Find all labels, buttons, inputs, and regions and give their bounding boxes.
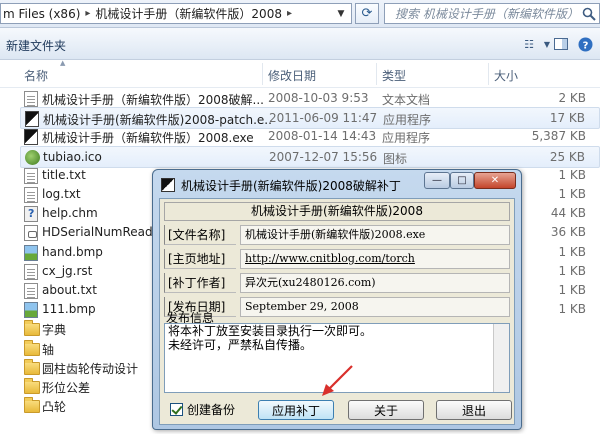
file-date: 2011-06-09 11:47 [269, 111, 378, 126]
address-separator[interactable]: ▸ [284, 8, 295, 19]
help-icon[interactable]: ? [576, 36, 594, 52]
address-segment-program-files[interactable]: m Files (x86) [1, 7, 82, 21]
create-backup-label: 创建备份 [187, 403, 236, 417]
file-size: 5,387 KB [531, 129, 586, 144]
maximize-button[interactable]: □ [450, 172, 474, 189]
address-segment-current-folder[interactable]: 机械设计手册（新编软件版）2008 [93, 5, 284, 22]
application-icon [25, 111, 39, 128]
file-size: 1 KB [558, 263, 586, 278]
folder-icon [24, 378, 40, 394]
search-input[interactable]: 搜索 机械设计手册（新编软件版）2008 [384, 3, 600, 24]
notes-scrollbar[interactable] [493, 324, 509, 392]
sort-up-icon: ▲ [60, 59, 66, 67]
notes-line: 将本补丁放至安装目录执行一次即可。 [168, 324, 373, 338]
file-size: 1 KB [558, 302, 586, 317]
help-file-icon [24, 206, 38, 223]
address-row: m Files (x86) ▸ 机械设计手册（新编软件版）2008 ▸ ▼ ⟳ … [0, 0, 600, 28]
file-date: 2008-01-14 14:43 [268, 129, 377, 144]
apply-patch-button[interactable]: 应用补丁 [258, 400, 334, 420]
file-size: 1 KB [558, 187, 586, 201]
bitmap-icon [24, 244, 38, 261]
dialog-title: 机械设计手册(新编软件版)2008破解补丁 [181, 178, 401, 193]
field-value-file-name: 机械设计手册(新编软件版)2008.exe [240, 225, 510, 245]
refresh-icon: ⟳ [361, 6, 373, 21]
file-name: tubiao.ico [43, 149, 102, 164]
homepage-link[interactable]: http://www.cnitblog.com/torch [240, 249, 510, 269]
column-divider[interactable] [488, 63, 489, 85]
bitmap-icon [24, 302, 38, 319]
file-size: 25 KB [549, 149, 585, 164]
create-backup-checkbox[interactable]: 创建备份 [170, 401, 235, 418]
file-size: 1 KB [558, 283, 586, 297]
view-options-icon[interactable]: ☷ [520, 36, 538, 52]
about-button[interactable]: 关于 [348, 400, 424, 420]
text-document-icon [24, 167, 38, 184]
column-header-size[interactable]: 大小 [494, 67, 518, 84]
file-name: 机械设计手册（新编软件版）2008破解... [42, 93, 264, 107]
field-label-homepage: [主页地址] [164, 249, 236, 269]
column-header-date[interactable]: 修改日期 [268, 67, 316, 84]
file-date: 2007-12-07 15:56 [269, 149, 378, 164]
column-header-type[interactable]: 类型 [382, 67, 406, 84]
file-name: 机械设计手册（新编软件版）2008.exe [42, 131, 254, 146]
dialog-body: 机械设计手册(新编软件版)2008 [文件名称] 机械设计手册(新编软件版)20… [159, 198, 515, 425]
close-button[interactable]: ✕ [474, 172, 516, 189]
application-icon [161, 178, 175, 192]
address-dropdown-icon[interactable]: ▼ [331, 4, 351, 23]
file-type: 文本文档 [382, 93, 431, 107]
field-label-file-name: [文件名称] [164, 225, 236, 245]
search-placeholder: 搜索 机械设计手册（新编软件版）2008 [395, 7, 575, 21]
file-type: 应用程序 [382, 131, 431, 146]
column-divider[interactable] [376, 63, 377, 85]
file-size: 36 KB [550, 225, 586, 240]
application-icon [24, 129, 38, 146]
text-document-icon [24, 187, 38, 203]
field-value-author: 异次元(xu2480126.com) [240, 273, 510, 293]
preview-pane-icon[interactable] [552, 36, 570, 52]
new-folder-button[interactable]: 新建文件夹 [6, 37, 66, 54]
search-icon[interactable] [581, 6, 597, 22]
column-divider[interactable] [262, 63, 263, 85]
refresh-button[interactable]: ⟳ [355, 3, 379, 24]
checkbox-checked-icon[interactable] [170, 403, 183, 416]
file-date: 2008-10-03 9:53 [268, 91, 369, 105]
file-size: 2 KB [558, 91, 586, 105]
file-size: 1 KB [558, 244, 586, 259]
column-header-name[interactable]: 名称 [24, 67, 48, 84]
folder-icon [24, 320, 40, 337]
text-document-icon [24, 91, 38, 107]
dialog-title-bar[interactable]: 机械设计手册(新编软件版)2008破解补丁 [161, 174, 421, 196]
file-size: 17 KB [549, 111, 585, 126]
folder-icon [24, 397, 40, 414]
text-document-icon [24, 283, 38, 299]
field-value-release-date: September 29, 2008 [240, 297, 510, 317]
address-separator[interactable]: ▸ [82, 8, 93, 19]
green-ball-icon [25, 149, 40, 165]
column-headers: ▲ 名称 修改日期 类型 大小 [0, 59, 600, 88]
text-document-icon [24, 263, 38, 280]
product-heading: 机械设计手册(新编软件版)2008 [164, 202, 510, 221]
svg-text:?: ? [582, 40, 588, 51]
release-notes-textarea[interactable]: 将本补丁放至安装目录执行一次即可。 未经许可，严禁私自传播。 [164, 323, 510, 393]
address-bar[interactable]: m Files (x86) ▸ 机械设计手册（新编软件版）2008 ▸ ▼ [0, 3, 352, 24]
file-size: 1 KB [558, 167, 586, 182]
dll-file-icon [24, 225, 38, 242]
field-label-author: [补丁作者] [164, 273, 236, 293]
folder-icon [24, 339, 40, 356]
exit-button[interactable]: 退出 [436, 400, 512, 420]
file-size: 44 KB [550, 206, 586, 221]
folder-icon [24, 358, 40, 375]
patch-dialog: 机械设计手册(新编软件版)2008破解补丁 — □ ✕ 机械设计手册(新编软件版… [152, 169, 522, 430]
minimize-button[interactable]: — [424, 172, 450, 189]
notes-line: 未经许可，严禁私自传播。 [168, 338, 313, 352]
command-toolbar: 新建文件夹 ☷ ▼ ? [0, 28, 600, 60]
